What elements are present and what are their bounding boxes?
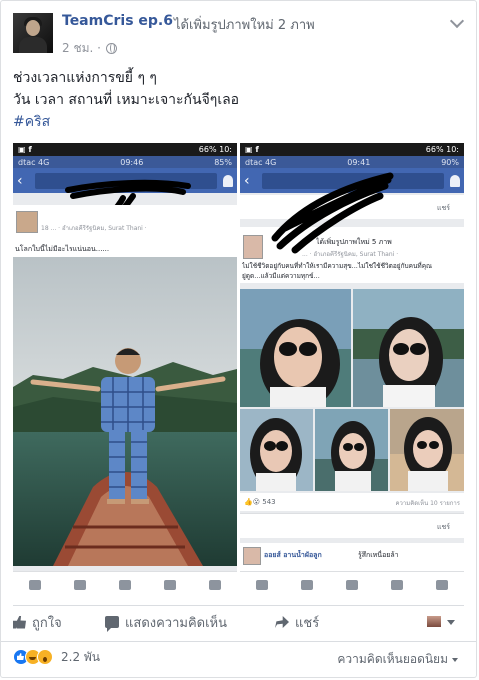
chevron-down-icon[interactable]: [447, 620, 455, 625]
redaction-scribble: [271, 172, 394, 254]
author-name[interactable]: TeamCris ep.6: [62, 13, 173, 29]
inner-reactions-row: 👍😮 543 ความคิดเห็น 10 รายการ: [240, 493, 464, 511]
post-action-text: ได้เพิ่มรูปภาพใหม่ 2 ภาพ: [174, 18, 315, 33]
inner-actions-row: แชร์: [240, 513, 464, 538]
post-meta: 2 ชม. ·: [62, 39, 117, 58]
post-image-left[interactable]: ▣ f 66% 10: dtac 4G 09:46 85% ‹ 18 ... · อำ…: [13, 143, 237, 598]
viewer-avatar[interactable]: [427, 616, 441, 627]
comment-button[interactable]: แสดงความคิดเห็น: [105, 612, 227, 633]
inner-post-header: 18 ... · อำเภอคีรีรัฐนิคม, Surat Thani ·: [13, 205, 237, 241]
wow-reaction-icon: [37, 649, 53, 665]
collage-photo-1: [240, 289, 351, 407]
inner-comment: ออยส์ อานน้ำผัอลูก รู้สึกเหนื่อยล้า: [240, 543, 464, 571]
share-button[interactable]: แชร์: [275, 612, 319, 633]
phone-status-bar-2: dtac 4G 09:46 85%: [13, 156, 237, 168]
collage-photo-2: [353, 289, 464, 407]
divider: [1, 641, 476, 642]
fb-app-bottom-nav: [240, 571, 464, 598]
comment-sort-dropdown[interactable]: ความคิดเห็นยอดนิยม: [337, 650, 458, 669]
like-button[interactable]: ถูกใจ: [13, 612, 62, 633]
divider: [13, 605, 464, 606]
reaction-count: 2.2 พัน: [61, 649, 101, 664]
man-on-boat-photo: [13, 257, 237, 566]
collage-photo-3: [240, 409, 313, 491]
thumbs-up-icon: [13, 615, 26, 629]
chevron-down-icon[interactable]: [449, 13, 465, 29]
post-caption: ช่วงเวลาแห่งการขยี้ ๆ ๆ วัน เวลา สถานที่…: [13, 67, 239, 133]
phone-status-bar-2: dtac 4G 09:41 90%: [240, 156, 464, 168]
post-image-right[interactable]: ▣ f 66% 10: dtac 4G 09:41 90% ‹ แชร์ ได้เพิ…: [240, 143, 464, 598]
reactions-summary[interactable]: 2.2 พัน: [13, 648, 100, 666]
caption-line-2: วัน เวลา สถานที่ เหมาะเจาะกันจีๆเลอ: [13, 92, 240, 108]
hashtag-link[interactable]: #คริส: [13, 111, 239, 133]
post-timestamp[interactable]: 2 ชม. ·: [62, 39, 101, 58]
commenter-avatar: [243, 547, 261, 565]
phone-status-bar: ▣ f 66% 10:: [240, 143, 464, 156]
inner-post-text: นโลกใบนี้ไม่มีอะไรแน่นอน......: [13, 241, 237, 257]
inner-avatar: [16, 211, 38, 233]
comment-icon: [105, 616, 119, 632]
collage-photo-5: [390, 409, 464, 491]
post-card: TeamCris ep.6 ได้เพิ่มรูปภาพใหม่ 2 ภาพ 2…: [0, 0, 477, 678]
collage-photo-4: [315, 409, 388, 491]
author-avatar[interactable]: [13, 13, 53, 53]
phone-status-bar: ▣ f 66% 10:: [13, 143, 237, 156]
fb-app-bottom-nav: [13, 571, 237, 598]
caption-line-1: ช่วงเวลาแห่งการขยี้ ๆ ๆ: [13, 70, 157, 86]
globe-icon[interactable]: [105, 43, 117, 54]
share-icon: [275, 616, 289, 628]
